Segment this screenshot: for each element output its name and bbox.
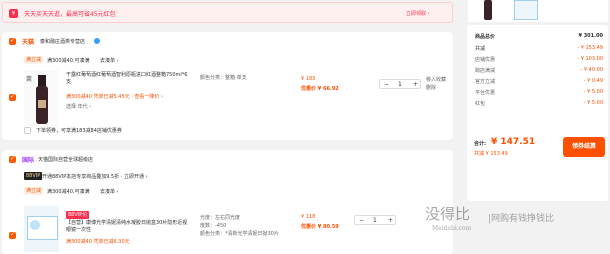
store-name[interactable]: 泰和融庄酒类专营店 xyxy=(40,38,85,45)
quantity-stepper[interactable]: − 1 + xyxy=(354,215,396,225)
promo-link[interactable]: 去凑单 › xyxy=(100,188,119,195)
detail-label: 官方立减 xyxy=(475,79,496,85)
item-title[interactable]: 【自营】康博光学清妮清纯水凝胶日抛盒30片隐形近视眼镜一次性 xyxy=(66,220,190,234)
red-envelope-icon: ¥ xyxy=(9,9,18,18)
detail-label: 平台优惠 xyxy=(475,90,496,96)
contact-lens-image xyxy=(24,206,59,252)
item-tags: 满300减40 凭单已减5.45元 · 查看一降价 › xyxy=(66,94,163,100)
item-spec-degree[interactable]: 度数：-450 xyxy=(200,222,226,229)
store-footer-text: 下单领券，可享满183减84店铺优惠券 xyxy=(36,128,122,134)
vip-price-label: 88VIP价 xyxy=(66,211,90,219)
item-spec[interactable]: 颜色分类：整箱·单支 xyxy=(200,74,247,81)
promo-banner: ¥ 天天买天天逛，最高可省45元红包 立即领取 › xyxy=(2,2,453,23)
detail-value: - ¥ 0.49 xyxy=(583,78,603,84)
item-checkbox[interactable] xyxy=(9,231,16,239)
item-coupon-price: 优惠价 ¥ 80.59 xyxy=(301,224,339,230)
store-name[interactable]: 天猫国际自营全球超级店 xyxy=(38,156,93,163)
item-tags: 满300减40 凭单已减6.30元 xyxy=(66,239,130,245)
watermark-logo: 没得比 xyxy=(425,205,471,223)
detail-label: 红包 xyxy=(475,101,486,107)
detail-value: - ¥ 40.00 xyxy=(580,67,603,73)
footer-checkbox[interactable] xyxy=(24,127,31,134)
watermark-url: Meidebi.com xyxy=(432,225,472,232)
quantity-value[interactable]: 1 xyxy=(398,81,402,88)
watermark-slogan: |网购有钱挣钱比 xyxy=(488,214,555,224)
item-sub-option[interactable]: 选择·年代 › xyxy=(66,103,91,110)
tmall-badge: 天猫 xyxy=(22,39,35,46)
wine-image: 萊 xyxy=(24,70,59,128)
item-coupon-price: 优惠价 ¥ 66.92 xyxy=(301,86,339,92)
store-checkbox[interactable] xyxy=(9,155,16,163)
selected-lens-thumb[interactable] xyxy=(514,0,538,20)
intl-badge: 国际 xyxy=(22,157,35,164)
vip-tag: 88VIP xyxy=(24,172,43,180)
verified-icon xyxy=(94,38,100,44)
decrement-button[interactable]: − xyxy=(384,81,389,88)
vip-promo-text[interactable]: 开通88VIP本店专享商品叠加9.5折 · 立即开通 › xyxy=(42,173,148,180)
price-summary: 商品总价 ¥ 301.00 共减 - ¥ 153.49 店铺优惠 - ¥ 103… xyxy=(467,25,608,201)
promo-link[interactable]: 去凑单 › xyxy=(100,57,119,64)
promo-text: 满300减40,可凑满 xyxy=(47,189,90,195)
total-value: ¥ 301.00 xyxy=(578,33,603,39)
store-checkbox[interactable] xyxy=(9,37,16,45)
detail-value: - ¥ 5.00 xyxy=(583,100,603,106)
increment-button[interactable]: + xyxy=(388,217,393,224)
discount-value: - ¥ 153.49 xyxy=(577,45,603,51)
promo-tag: 满立减 xyxy=(24,56,44,64)
detail-label: 跨店满减 xyxy=(475,68,496,74)
item-original-price: ¥ 183 xyxy=(301,76,316,82)
sum-discount: 共减 ¥ 153.49 xyxy=(474,151,508,157)
store-card-2: 国际 天猫国际自营全球超级店 88VIP 开通88VIP本店专享商品叠加9.5折… xyxy=(2,150,453,254)
detail-value: - ¥ 5.00 xyxy=(583,89,603,95)
promo-text: 满300减40,可凑满 xyxy=(47,58,90,64)
sum-value: ¥ 147.51 xyxy=(491,137,536,147)
selected-thumbnails xyxy=(468,0,608,22)
banner-text: 天天买天天逛，最高可省45元红包 xyxy=(24,11,116,18)
sum-label: 合计: xyxy=(474,141,486,147)
banner-claim-link[interactable]: 立即领取 › xyxy=(406,10,430,17)
quantity-value[interactable]: 1 xyxy=(373,217,377,224)
item-spec-color[interactable]: 颜色分类：*清新光学清妮日抛30片 xyxy=(200,230,279,237)
store-card-1: 天猫 泰和融庄酒类专营店 满立减 满300减40,可凑满 去凑单 › 萊 干露红… xyxy=(2,32,453,140)
detail-label: 店铺优惠 xyxy=(475,57,496,63)
selected-wine-thumb[interactable] xyxy=(484,0,492,20)
total-label: 商品总价 xyxy=(475,34,496,40)
item-title[interactable]: 干露红葡萄酒红葡萄酒智利原瓶进口红酒整箱750ml*6支 xyxy=(66,72,190,86)
move-to-favorites[interactable]: 移入收藏 xyxy=(426,76,446,83)
promo-tag: 满立减 xyxy=(24,187,44,195)
decrement-button[interactable]: − xyxy=(359,217,364,224)
detail-value: - ¥ 103.00 xyxy=(577,56,603,62)
discount-label: 共减 xyxy=(475,46,486,52)
checkout-button[interactable]: 领券结算 xyxy=(563,137,605,157)
increment-button[interactable]: + xyxy=(413,81,418,88)
delete-item[interactable]: 删除 xyxy=(426,84,436,91)
item-spec-power[interactable]: 光度：左右同光度 xyxy=(200,214,240,221)
quantity-stepper[interactable]: − 1 + xyxy=(379,79,421,89)
item-original-price: ¥ 118 xyxy=(301,214,316,220)
item-checkbox[interactable] xyxy=(9,93,16,101)
